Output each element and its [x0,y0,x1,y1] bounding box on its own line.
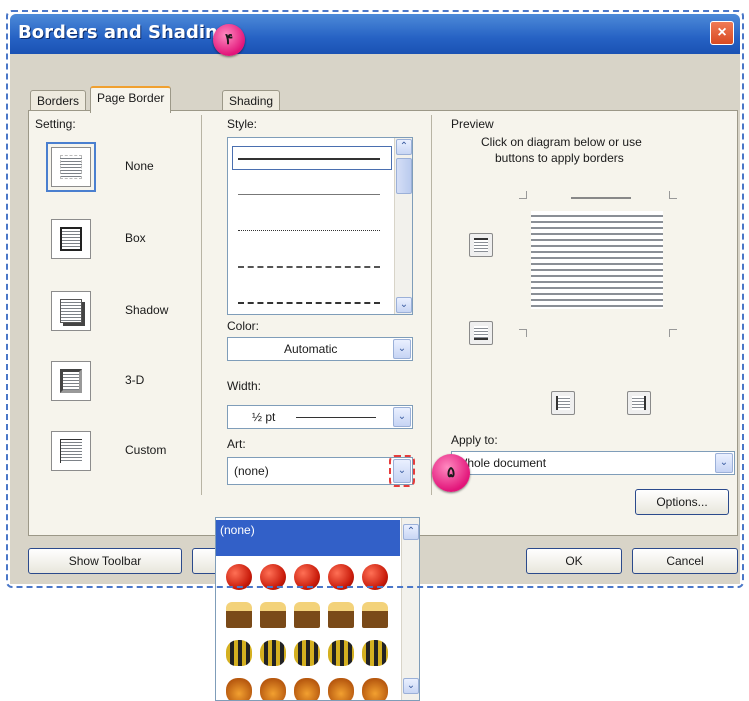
step-4-badge: ۴ [213,24,245,56]
width-sample-line [296,417,376,418]
title-bar[interactable]: Borders and Shading × [10,14,740,54]
scroll-down-icon[interactable]: ⌄ [403,678,419,694]
color-heading: Color: [227,319,260,333]
bug-icon [294,640,320,666]
apple-icon [362,564,388,590]
color-value: Automatic [284,342,338,356]
show-toolbar-button[interactable]: Show Toolbar [28,548,182,574]
preview-heading: Preview [451,117,494,131]
style-option-dash-dot[interactable] [238,302,380,304]
options-button[interactable]: Options... [635,489,729,515]
bug-icon [328,640,354,666]
art-value: (none) [234,464,269,478]
pumpkin-icon [226,678,252,700]
preview-corner-mark [519,329,527,337]
preview-corner-mark [519,191,527,199]
tab-borders[interactable]: Borders [30,90,87,112]
step-5-badge: ۵ [432,454,470,492]
tab-page-border[interactable]: Page Border [90,86,172,113]
close-button[interactable]: × [710,21,734,45]
setting-custom-label[interactable]: Custom [125,443,166,457]
setting-divider [201,115,202,495]
setting-3d-label[interactable]: 3-D [125,373,144,387]
preview-page-text [531,211,663,309]
cake-icon [260,602,286,628]
apple-icon [328,564,354,590]
borders-and-shading-dialog: Borders and Shading × Borders Page Borde… [10,14,740,584]
preview-instruction-line2: buttons to apply borders [495,151,624,165]
dialog-title: Borders and Shading [18,22,231,43]
pumpkin-icon [294,678,320,700]
chevron-down-icon[interactable]: ⌄ [715,453,733,473]
bottom-border-icon[interactable] [469,321,493,345]
style-list[interactable]: ⌃ ⌄ [227,137,413,315]
apply-to-heading: Apply to: [451,433,498,447]
pumpkin-icon [328,678,354,700]
width-heading: Width: [227,379,262,393]
bug-icon [260,640,286,666]
chevron-down-icon[interactable]: ⌄ [389,455,415,487]
page-border-panel: Setting: None Box Shadow 3-D Custom Styl… [28,110,738,536]
left-border-icon[interactable] [551,391,575,415]
style-divider [431,115,432,495]
preview-corner-mark [669,191,677,199]
style-heading: Style: [227,117,258,131]
cake-icon [226,602,252,628]
style-option-dashed[interactable] [238,266,380,268]
art-list-item-none[interactable]: (none) [216,520,400,556]
width-dropdown[interactable]: ½ pt ⌄ [227,405,413,429]
apple-icon [260,564,286,590]
art-dropdown-list[interactable]: (none) ⌃ ⌄ [215,517,420,701]
preview-heading-line [571,197,631,199]
apple-icon [294,564,320,590]
scroll-thumb[interactable] [396,158,412,194]
bug-icon [226,640,252,666]
pumpkin-icon [260,678,286,700]
setting-shadow-icon[interactable] [51,291,91,331]
cake-icon [294,602,320,628]
ok-button[interactable]: OK [526,548,622,574]
preview-corner-mark [669,329,677,337]
style-option-thin[interactable] [238,194,380,195]
setting-box-icon[interactable] [51,219,91,259]
preview-instruction-line1: Click on diagram below or use [481,135,642,149]
style-scrollbar[interactable]: ⌃ ⌄ [394,138,412,314]
bug-icon [362,640,388,666]
setting-heading: Setting: [35,117,76,131]
art-list-item-pumpkins[interactable] [226,678,392,700]
top-border-icon[interactable] [469,233,493,257]
pumpkin-icon [362,678,388,700]
art-list-scrollbar[interactable]: ⌃ ⌄ [401,518,419,700]
setting-shadow-label[interactable]: Shadow [125,303,168,317]
apply-to-dropdown[interactable]: Whole document ⌄ [451,451,735,475]
art-list-item-bugs[interactable] [226,640,392,668]
cake-icon [362,602,388,628]
color-dropdown[interactable]: Automatic ⌄ [227,337,413,361]
scroll-down-icon[interactable]: ⌄ [396,297,412,313]
art-list-item-apples[interactable] [226,564,392,592]
right-border-icon[interactable] [627,391,651,415]
setting-box-label[interactable]: Box [125,231,146,245]
chevron-down-icon[interactable]: ⌄ [393,407,411,427]
tab-shading[interactable]: Shading [222,90,281,112]
art-heading: Art: [227,437,246,451]
setting-none-label[interactable]: None [125,159,154,173]
width-value: ½ pt [252,410,276,424]
scroll-up-icon[interactable]: ⌃ [403,524,419,540]
preview-diagram[interactable] [519,191,677,337]
style-option-dotted[interactable] [238,230,380,231]
chevron-down-icon[interactable]: ⌄ [393,339,411,359]
scroll-up-icon[interactable]: ⌃ [396,139,412,155]
setting-custom-icon[interactable] [51,431,91,471]
apple-icon [226,564,252,590]
setting-3d-icon[interactable] [51,361,91,401]
art-list-item-cakes[interactable] [226,602,392,630]
cancel-button[interactable]: Cancel [632,548,738,574]
cake-icon [328,602,354,628]
style-option-solid[interactable] [238,158,380,160]
art-dropdown[interactable]: (none) ⌄ [227,455,415,487]
setting-none-icon[interactable] [46,142,96,192]
